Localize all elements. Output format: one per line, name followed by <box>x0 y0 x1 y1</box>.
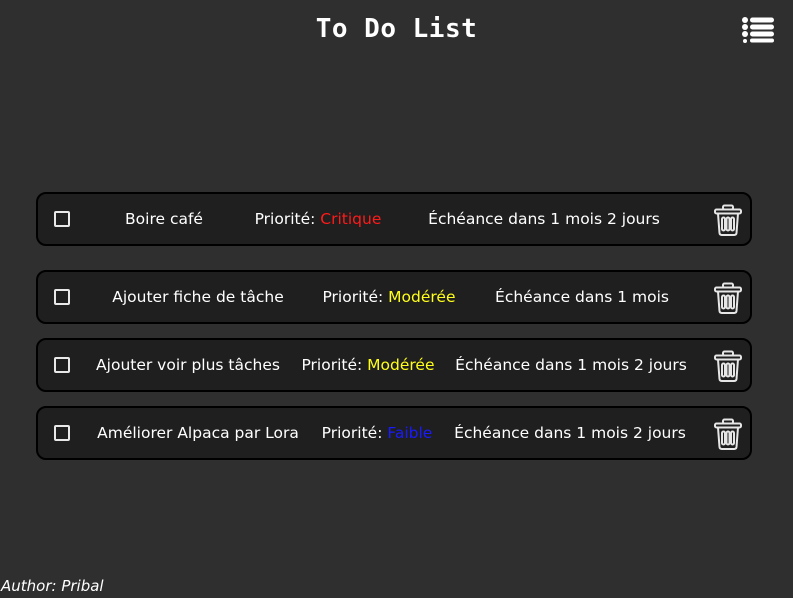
task-priority: Priorité: Modérée <box>301 340 434 390</box>
task-item: Boire café Priorité: Critique Échéance d… <box>36 192 752 246</box>
priority-value: Critique <box>320 210 382 228</box>
task-priority: Priorité: Modérée <box>322 272 455 322</box>
priority-value: Modérée <box>388 288 456 306</box>
task-name: Ajouter voir plus tâches <box>96 356 280 374</box>
author-credit: Author: Pribal <box>1 577 104 595</box>
task-due: Échéance dans 1 mois 2 jours <box>454 424 686 442</box>
trash-icon <box>714 418 742 450</box>
task-checkbox[interactable] <box>54 289 70 305</box>
task-checkbox[interactable] <box>54 211 70 227</box>
priority-label: Priorité: <box>254 210 321 228</box>
delete-task-button[interactable] <box>713 350 743 382</box>
priority-value: Modérée <box>367 356 435 374</box>
task-priority: Priorité: Critique <box>255 194 382 244</box>
delete-task-button[interactable] <box>713 204 743 236</box>
trash-icon <box>714 204 742 236</box>
task-checkbox[interactable] <box>54 425 70 441</box>
trash-icon <box>714 282 742 314</box>
task-name: Boire café <box>125 210 203 228</box>
task-item: Améliorer Alpaca par Lora Priorité: Faib… <box>36 406 752 460</box>
task-item: Ajouter fiche de tâche Priorité: Modérée… <box>36 270 752 324</box>
task-due: Échéance dans 1 mois 2 jours <box>455 356 687 374</box>
delete-task-button[interactable] <box>713 418 743 450</box>
hamburger-list-icon <box>742 17 774 43</box>
priority-value: Faible <box>387 424 433 442</box>
task-due: Échéance dans 1 mois 2 jours <box>428 210 660 228</box>
task-item: Ajouter voir plus tâches Priorité: Modér… <box>36 338 752 392</box>
priority-label: Priorité: <box>322 288 389 306</box>
page-title: To Do List <box>315 14 478 44</box>
menu-button[interactable] <box>742 17 774 43</box>
task-checkbox[interactable] <box>54 357 70 373</box>
priority-label: Priorité: <box>301 356 368 374</box>
task-priority: Priorité: Faible <box>322 408 433 458</box>
task-name: Améliorer Alpaca par Lora <box>97 424 299 442</box>
task-due: Échéance dans 1 mois <box>495 288 669 306</box>
trash-icon <box>714 350 742 382</box>
priority-label: Priorité: <box>321 424 388 442</box>
delete-task-button[interactable] <box>713 282 743 314</box>
task-name: Ajouter fiche de tâche <box>112 288 284 306</box>
